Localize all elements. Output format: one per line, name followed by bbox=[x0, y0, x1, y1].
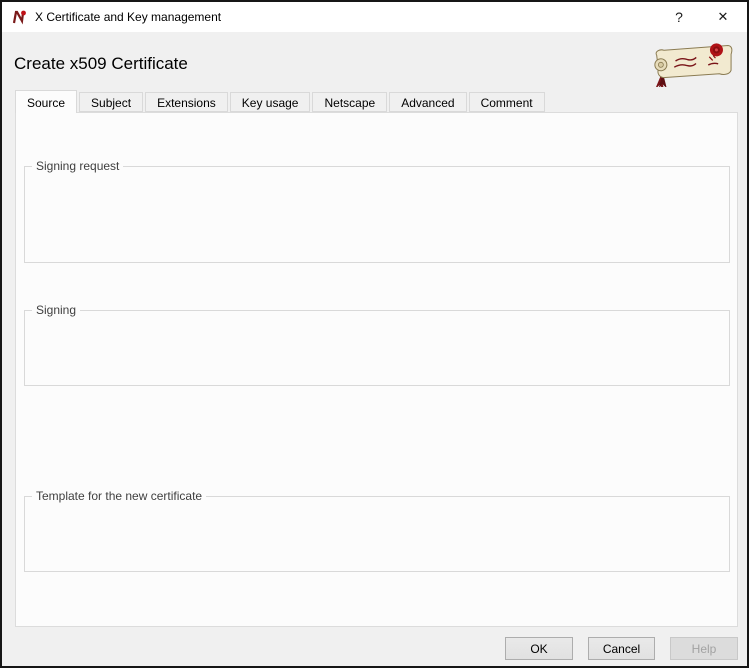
signing-group: Signing bbox=[24, 310, 730, 386]
tab-comment[interactable]: Comment bbox=[469, 92, 545, 112]
tab-extensions[interactable]: Extensions bbox=[145, 92, 228, 112]
tab-strip: Source Subject Extensions Key usage Nets… bbox=[15, 90, 547, 113]
signing-request-legend: Signing request bbox=[32, 159, 123, 173]
page-title: Create x509 Certificate bbox=[14, 54, 188, 74]
ok-button[interactable]: OK bbox=[505, 637, 573, 660]
tab-subject[interactable]: Subject bbox=[79, 92, 143, 112]
close-icon[interactable]: ✕ bbox=[701, 2, 745, 32]
titlebar: X Certificate and Key management ? ✕ bbox=[2, 2, 747, 32]
tab-advanced[interactable]: Advanced bbox=[389, 92, 466, 112]
window-title: X Certificate and Key management bbox=[35, 10, 221, 24]
signing-legend: Signing bbox=[32, 303, 80, 317]
template-legend: Template for the new certificate bbox=[32, 489, 206, 503]
tab-key-usage[interactable]: Key usage bbox=[230, 92, 311, 112]
tab-netscape[interactable]: Netscape bbox=[312, 92, 387, 112]
template-group: Template for the new certificate bbox=[24, 496, 730, 572]
titlebar-help-button[interactable]: ? bbox=[657, 2, 701, 32]
help-button[interactable]: Help bbox=[670, 637, 738, 660]
xca-logo bbox=[646, 41, 738, 87]
app-icon bbox=[11, 9, 28, 26]
cancel-button[interactable]: Cancel bbox=[588, 637, 655, 660]
tab-source[interactable]: Source bbox=[15, 90, 77, 113]
signing-request-group: Signing request bbox=[24, 166, 730, 263]
dialog-window: X Certificate and Key management ? ✕ Cre… bbox=[0, 0, 749, 668]
